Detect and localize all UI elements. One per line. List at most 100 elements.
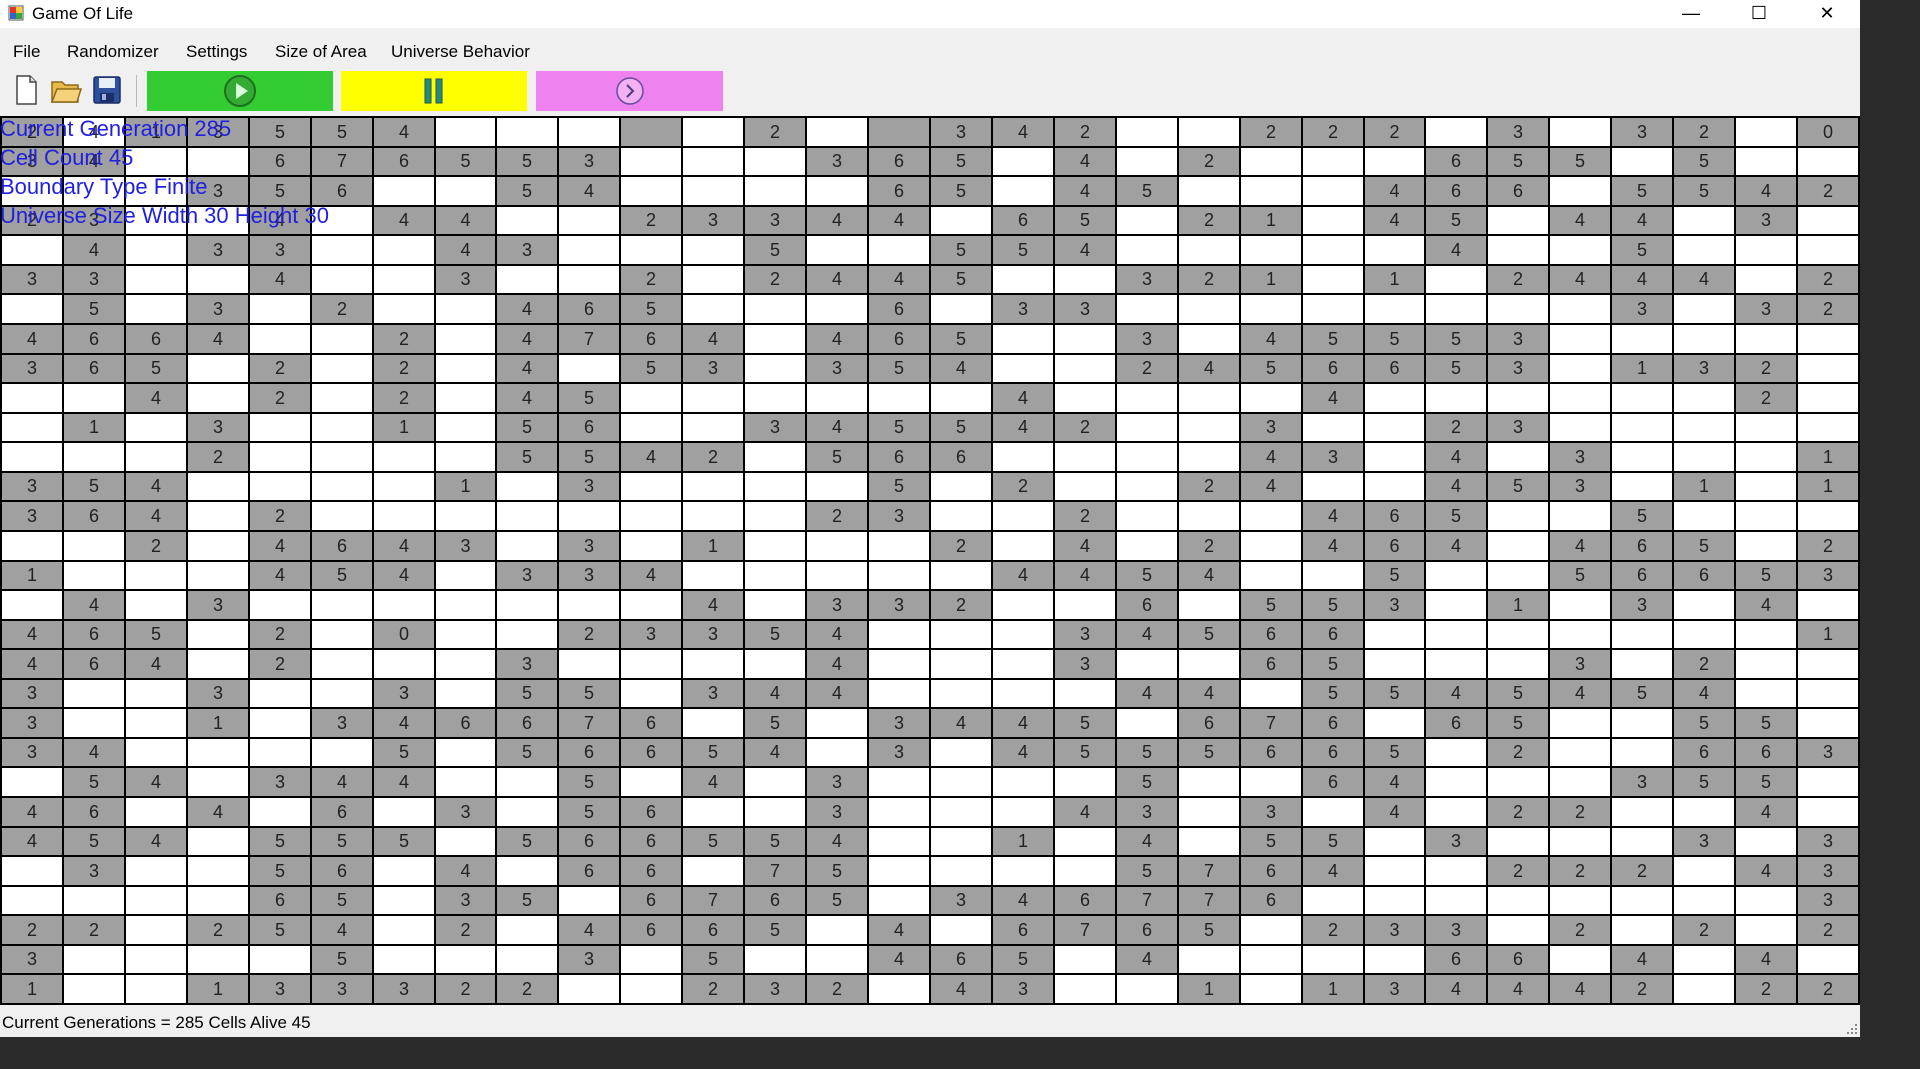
grid-cell[interactable] [1550,768,1610,796]
grid-cell[interactable]: 6 [931,946,991,973]
grid-cell[interactable]: 4 [436,236,495,264]
grid-cell[interactable] [1550,295,1610,323]
grid-cell[interactable]: 4 [188,798,248,826]
grid-cell[interactable] [126,857,186,885]
grid-cell[interactable] [126,266,186,293]
grid-cell[interactable]: 3 [1488,355,1548,382]
grid-cell[interactable] [126,916,186,944]
grid-cell[interactable]: 3 [1550,650,1610,678]
grid-cell[interactable] [436,414,495,441]
grid-cell[interactable]: 2 [1488,798,1548,826]
grid-cell[interactable]: 4 [1550,975,1610,1003]
grid-cell[interactable]: 5 [312,118,372,146]
grid-cell[interactable] [745,148,805,175]
grid-cell[interactable]: 6 [559,295,619,323]
grid-cell[interactable]: 6 [683,916,743,944]
grid-cell[interactable]: 6 [1303,768,1363,796]
grid-cell[interactable]: 3 [497,650,557,678]
grid-cell[interactable]: 2 [312,295,372,323]
grid-cell[interactable]: 2 [374,355,434,382]
grid-cell[interactable]: 3 [807,768,867,796]
grid-cell[interactable] [559,207,619,234]
grid-cell[interactable]: 5 [683,739,743,766]
grid-cell[interactable]: 6 [869,295,929,323]
grid-cell[interactable] [1241,916,1301,944]
grid-cell[interactable]: 6 [869,443,929,471]
grid-cell[interactable] [1426,266,1486,293]
grid-cell[interactable]: 4 [64,118,124,146]
grid-cell[interactable] [436,295,495,323]
grid-cell[interactable]: 4 [1179,680,1239,707]
grid-cell[interactable] [1179,443,1239,471]
grid-cell[interactable]: 6 [559,828,619,855]
grid-cell[interactable] [931,916,991,944]
grid-cell[interactable]: 4 [1365,768,1424,796]
grid-cell[interactable] [188,739,248,766]
grid-cell[interactable]: 6 [1612,562,1672,589]
grid-cell[interactable]: 5 [1426,502,1486,530]
grid-cell[interactable] [621,502,681,530]
grid-cell[interactable]: 4 [1055,236,1115,264]
grid-cell[interactable] [807,384,867,412]
grid-cell[interactable] [1241,562,1301,589]
grid-cell[interactable]: 5 [1674,709,1734,737]
grid-cell[interactable]: 2 [745,266,805,293]
grid-cell[interactable]: 3 [869,591,929,619]
grid-cell[interactable]: 5 [1674,177,1734,205]
grid-cell[interactable]: 4 [1055,532,1115,560]
grid-cell[interactable]: 5 [64,295,124,323]
grid-cell[interactable]: 6 [621,709,681,737]
grid-cell[interactable]: 4 [993,709,1053,737]
grid-cell[interactable]: 6 [1426,709,1486,737]
grid-cell[interactable]: 2 [807,502,867,530]
grid-cell[interactable] [1612,916,1672,944]
grid-cell[interactable]: 5 [64,828,124,855]
menu-file[interactable]: File [13,42,40,62]
grid-cell[interactable]: 5 [931,266,991,293]
grid-cell[interactable]: 3 [250,768,310,796]
grid-cell[interactable] [621,148,681,175]
grid-cell[interactable] [126,295,186,323]
grid-cell[interactable] [1303,236,1363,264]
grid-cell[interactable] [931,562,991,589]
grid-cell[interactable]: 2 [436,975,495,1003]
grid-cell[interactable]: 4 [1426,532,1486,560]
grid-cell[interactable] [312,621,372,648]
grid-cell[interactable]: 0 [1798,118,1858,146]
grid-cell[interactable] [374,295,434,323]
grid-cell[interactable]: 2 [2,118,62,146]
grid-cell[interactable] [807,236,867,264]
grid-cell[interactable] [559,236,619,264]
grid-cell[interactable]: 1 [683,532,743,560]
grid-cell[interactable]: 4 [683,591,743,619]
grid-cell[interactable] [559,650,619,678]
grid-cell[interactable]: 3 [683,680,743,707]
grid-cell[interactable]: 3 [683,621,743,648]
grid-cell[interactable]: 6 [1488,946,1548,973]
grid-cell[interactable]: 7 [1179,887,1239,914]
grid-cell[interactable]: 2 [745,118,805,146]
grid-cell[interactable] [1303,266,1363,293]
grid-cell[interactable] [1550,325,1610,353]
grid-cell[interactable] [126,414,186,441]
grid-cell[interactable]: 5 [497,739,557,766]
grid-cell[interactable] [931,502,991,530]
grid-cell[interactable] [1798,207,1858,234]
grid-cell[interactable] [1426,591,1486,619]
grid-cell[interactable]: 6 [312,798,372,826]
grid-cell[interactable]: 4 [64,236,124,264]
grid-cell[interactable]: 1 [2,562,62,589]
grid-cell[interactable] [1179,502,1239,530]
grid-cell[interactable]: 4 [497,295,557,323]
grid-cell[interactable]: 2 [1550,798,1610,826]
grid-cell[interactable]: 4 [1055,148,1115,175]
grid-cell[interactable]: 4 [126,502,186,530]
grid-cell[interactable] [1055,857,1115,885]
grid-cell[interactable] [1303,473,1363,500]
grid-cell[interactable] [1303,887,1363,914]
grid-cell[interactable] [621,414,681,441]
grid-cell[interactable] [1550,946,1610,973]
grid-cell[interactable] [745,443,805,471]
grid-cell[interactable]: 4 [1303,502,1363,530]
grid-cell[interactable]: 5 [1426,355,1486,382]
